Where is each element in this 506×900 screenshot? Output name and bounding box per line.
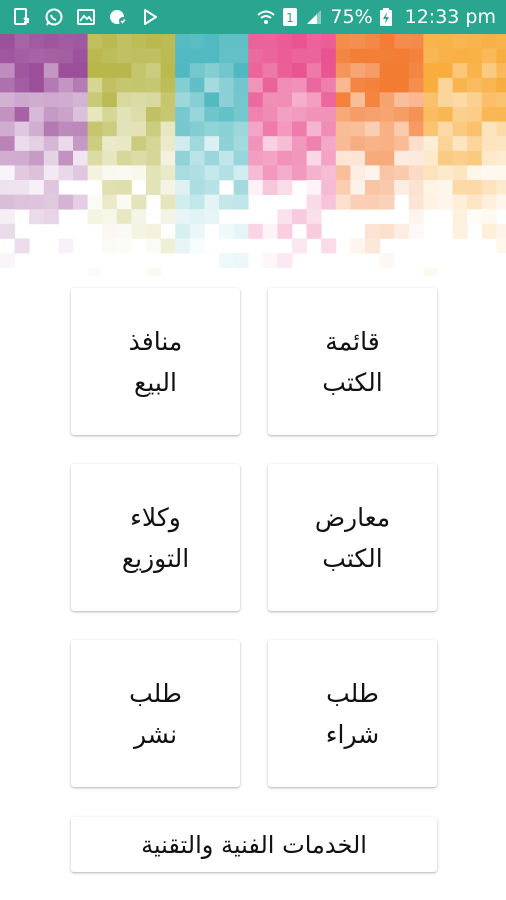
sales-outlets-button[interactable]: منافذ البيع: [71, 288, 240, 435]
battery-charging-icon: [379, 7, 393, 27]
purchase-request-button[interactable]: طلب شراء: [268, 640, 437, 787]
download-icon: [12, 7, 32, 27]
sim-icon: 1: [282, 7, 298, 27]
publish-request-button[interactable]: طلب نشر: [71, 640, 240, 787]
distributors-button[interactable]: وكلاء التوزيع: [71, 464, 240, 611]
distributors-line2: التوزيع: [121, 543, 190, 573]
sales-outlets-line2: البيع: [134, 367, 177, 397]
status-bar-system: 1 75% 12:33 pm: [256, 6, 496, 28]
signal-icon: [304, 7, 324, 27]
technical-services-button[interactable]: الخدمات الفنية والتقنية: [71, 817, 437, 872]
sim-slot-label: 1: [287, 11, 295, 25]
book-list-button[interactable]: قائمة الكتب: [268, 288, 437, 435]
status-bar-notifications: [12, 7, 160, 27]
publish-request-label: طلب نشر: [96, 673, 216, 755]
header-banner: [0, 34, 506, 276]
distributors-line1: وكلاء: [130, 502, 181, 532]
book-fairs-button[interactable]: معارض الكتب: [268, 464, 437, 611]
play-store-icon: [140, 7, 160, 27]
book-list-label: قائمة الكتب: [293, 321, 413, 403]
publish-request-line1: طلب: [129, 678, 182, 708]
technical-services-label: الخدمات الفنية والتقنية: [141, 830, 367, 859]
book-list-line2: الكتب: [322, 367, 383, 397]
book-fairs-line2: الكتب: [322, 543, 383, 573]
battery-percent: 75%: [330, 6, 373, 28]
image-icon: [76, 7, 96, 27]
distributors-label: وكلاء التوزيع: [96, 497, 216, 579]
purchase-request-line1: طلب: [326, 678, 379, 708]
sales-outlets-label: منافذ البيع: [96, 321, 216, 403]
clock: 12:33 pm: [404, 6, 496, 28]
notification-icon: [108, 7, 128, 27]
book-fairs-line1: معارض: [314, 502, 391, 532]
book-list-line1: قائمة: [325, 326, 380, 356]
pixel-banner-image: [0, 34, 506, 276]
book-fairs-label: معارض الكتب: [293, 497, 413, 579]
purchase-request-label: طلب شراء: [293, 673, 413, 755]
whatsapp-icon: [44, 7, 64, 27]
sales-outlets-line1: منافذ: [128, 326, 183, 356]
purchase-request-line2: شراء: [325, 719, 380, 749]
publish-request-line2: نشر: [133, 719, 178, 749]
status-bar: 1 75% 12:33 pm: [0, 0, 506, 34]
wifi-icon: [256, 7, 276, 27]
